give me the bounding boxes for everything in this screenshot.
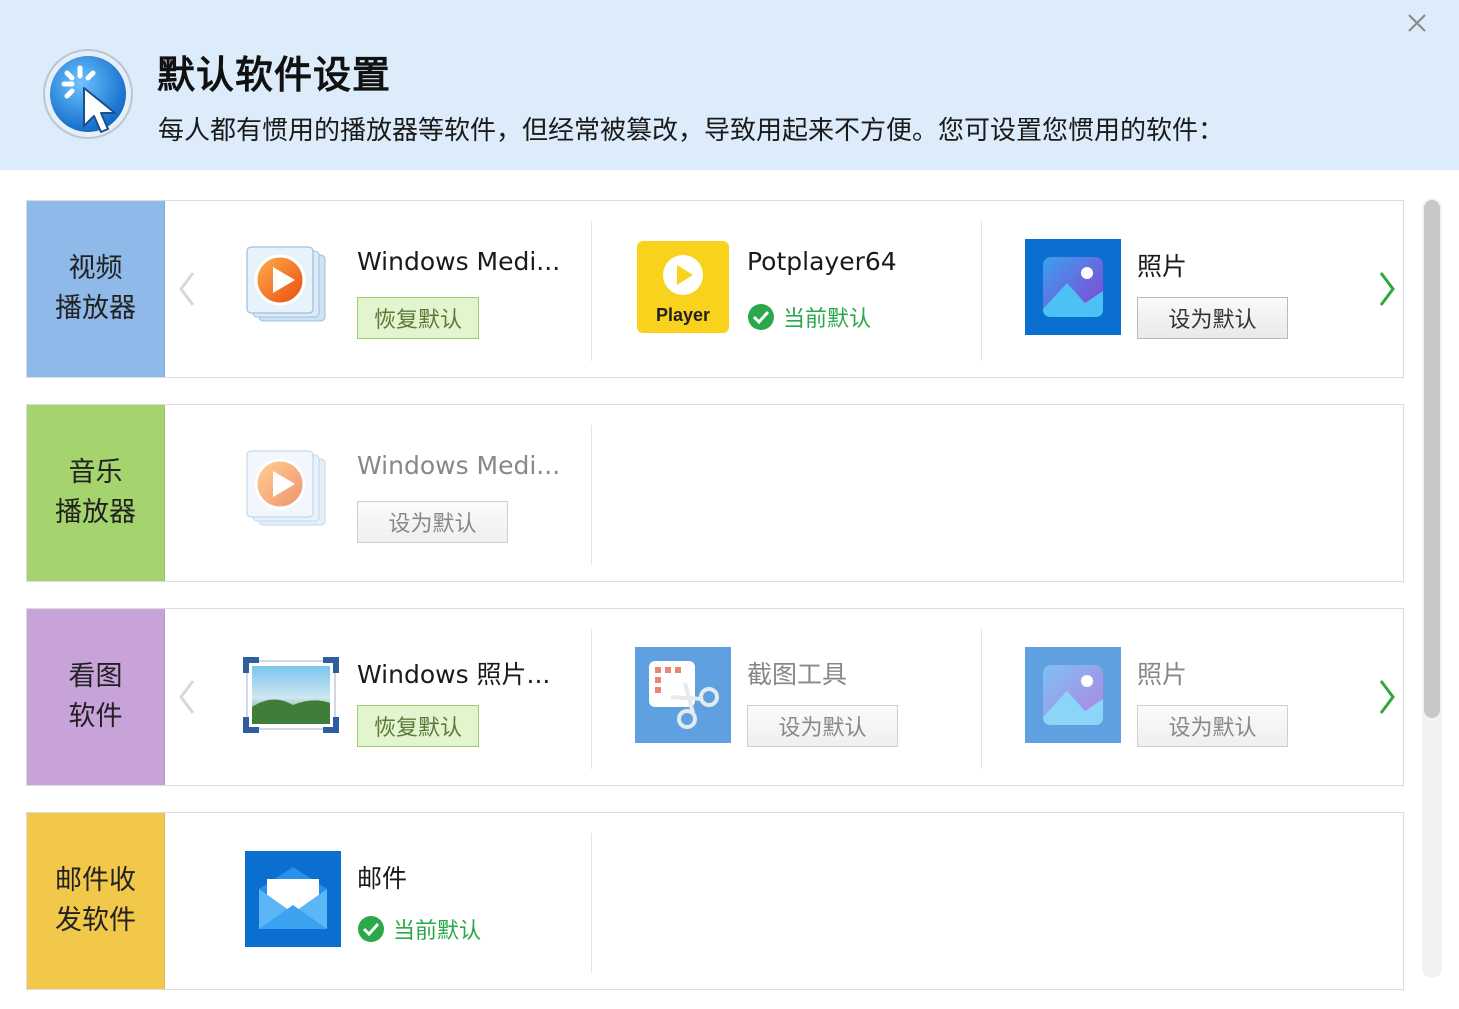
default-software-logo-icon [43,49,133,139]
check-circle-icon [358,916,384,942]
item-divider [591,629,592,769]
item-divider [591,833,592,973]
category-line2: 发软件 [55,905,136,936]
windows-media-player-icon [246,246,326,322]
windows-photo-viewer-icon [243,657,339,733]
snipping-tool-icon [635,647,731,743]
app-name: 邮件 [357,864,408,893]
chevron-left-icon[interactable] [175,675,199,719]
category-row-video: 视频播放器 Windows Medi... 恢复默认 Player Potpla… [26,200,1404,378]
app-name: 截图工具 [747,660,848,689]
photos-icon [1025,239,1121,335]
app-name: 照片 [1137,252,1188,281]
chevron-right-icon[interactable] [1375,675,1399,719]
app-name: Windows 照片... [357,660,551,689]
current-default-status: 当前默认 [357,913,481,945]
restore-default-button[interactable]: 恢复默认 [357,297,479,339]
restore-default-button[interactable]: 恢复默认 [357,705,479,747]
item-divider [591,221,592,361]
category-row-image: 看图 软件 Windows 照片... 恢复默认 截图工具 设为默认 照片 设为… [26,608,1404,786]
status-label: 当前默认 [393,919,482,944]
check-circle-icon [748,304,774,330]
page-subtitle: 每人都有惯用的播放器等软件，但经常被篡改，导致用起来不方便。您可设置您惯用的软件… [158,116,1225,146]
set-default-button[interactable]: 设为默认 [357,501,508,543]
category-label-video: 视频 播放器 [27,201,165,377]
category-label-image: 看图 软件 [27,609,165,785]
chevron-left-icon[interactable] [175,267,199,311]
item-divider [981,629,982,769]
item-divider [591,425,592,565]
category-row-music: 音乐播放器 Windows Medi... 设为默认 [26,404,1404,582]
category-label-music: 音乐 播放器 [27,405,165,581]
mail-icon [245,851,341,947]
page-title: 默认软件设置 [157,53,392,97]
set-default-button[interactable]: 设为默认 [1137,297,1288,339]
scrollbar-thumb[interactable] [1424,200,1440,718]
app-name: Windows Medi... [357,451,561,480]
windows-media-player-icon [246,450,326,526]
category-line2: 播放器 [55,293,136,324]
app-name: Potplayer64 [747,247,897,276]
set-default-button[interactable]: 设为默认 [747,705,898,747]
photos-icon [1025,647,1121,743]
set-default-button[interactable]: 设为默认 [1137,705,1288,747]
category-line1: 音乐 [68,457,123,488]
category-row-mail: 邮件收发软件 邮件 当前默认 [26,812,1404,990]
category-line1: 邮件收 [55,865,136,896]
category-line1: 看图 [68,661,123,692]
item-divider [981,221,982,361]
current-default-status: 当前默认 [747,301,871,333]
close-icon[interactable] [1402,8,1432,38]
chevron-right-icon[interactable] [1375,267,1399,311]
status-label: 当前默认 [783,307,872,332]
dialog-header: 默认软件设置 每人都有惯用的播放器等软件，但经常被篡改，导致用起来不方便。您可设… [0,0,1459,170]
svg-text:Player: Player [656,305,710,325]
category-line1: 视频 [68,253,123,284]
app-name: 照片 [1137,660,1188,689]
category-line2: 软件 [68,701,123,732]
app-name: Windows Medi... [357,247,561,276]
potplayer-icon: Player [637,241,729,333]
category-line2: 播放器 [55,497,136,528]
category-label-mail: 邮件收 发软件 [27,813,165,989]
